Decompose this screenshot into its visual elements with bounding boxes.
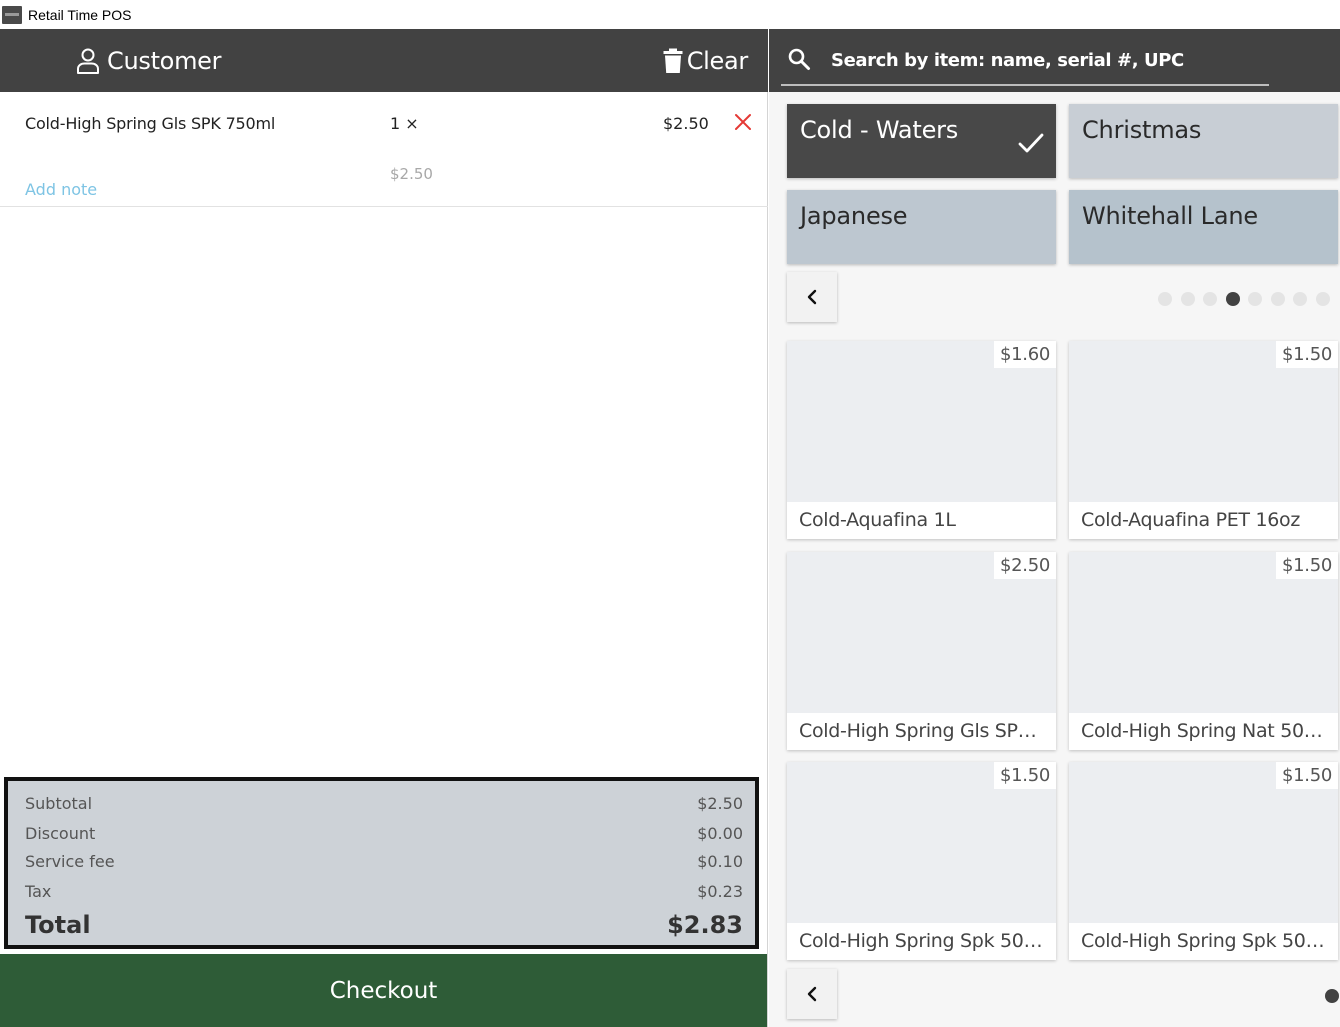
search-input[interactable] bbox=[831, 45, 1267, 75]
page-dot[interactable] bbox=[1293, 292, 1307, 306]
category-label: Whitehall Lane bbox=[1082, 202, 1258, 230]
product-tile[interactable]: $1.50 Cold-High Spring Spk 500ml bbox=[787, 762, 1056, 960]
cart-line-item[interactable]: Cold-High Spring Gls SPK 750ml 1 × $2.50… bbox=[0, 92, 768, 207]
cart-item-quantity[interactable]: 1 × bbox=[390, 114, 419, 133]
clear-button[interactable]: Clear bbox=[663, 43, 748, 79]
total-value: $2.83 bbox=[667, 911, 743, 939]
discount-value: $0.00 bbox=[697, 824, 743, 843]
remove-item-icon[interactable] bbox=[734, 112, 752, 132]
cart-item-price: $2.50 bbox=[663, 114, 709, 133]
discount-label: Discount bbox=[25, 824, 96, 843]
order-totals: Subtotal $2.50 Discount $0.00 Service fe… bbox=[4, 777, 759, 949]
cart-item-name: Cold-High Spring Gls SPK 750ml bbox=[25, 114, 276, 133]
category-tile-christmas[interactable]: Christmas bbox=[1069, 104, 1338, 178]
cart-item-unit-price: $2.50 bbox=[390, 165, 433, 183]
product-price: $1.50 bbox=[1275, 552, 1338, 579]
tax-label: Tax bbox=[25, 882, 52, 901]
service-fee-value: $0.10 bbox=[697, 852, 743, 871]
trash-icon bbox=[663, 48, 683, 73]
product-name: Cold-High Spring Spk 500ml bbox=[787, 923, 1056, 960]
subtotal-label: Subtotal bbox=[25, 794, 93, 813]
product-name: Cold-High Spring Spk 500ml bbox=[1069, 923, 1338, 960]
category-label: Christmas bbox=[1082, 116, 1202, 144]
category-label: Cold - Waters bbox=[800, 116, 959, 144]
tax-value: $0.23 bbox=[697, 882, 743, 901]
cart-panel: Customer Clear Cold-High Spring Gls SPK … bbox=[0, 29, 768, 1027]
product-tile[interactable]: $1.50 Cold-High Spring Spk 500ml bbox=[1069, 762, 1338, 960]
product-price: $2.50 bbox=[993, 552, 1056, 579]
search-icon bbox=[788, 48, 810, 70]
product-price: $1.50 bbox=[993, 762, 1056, 789]
product-prev-page-button[interactable] bbox=[787, 969, 837, 1019]
category-tile-japanese[interactable]: Japanese bbox=[787, 190, 1056, 264]
page-dot[interactable] bbox=[1180, 292, 1195, 306]
window-titlebar: Retail Time POS bbox=[0, 0, 1340, 29]
person-icon bbox=[77, 48, 99, 74]
category-tile-whitehall-lane[interactable]: Whitehall Lane bbox=[1069, 190, 1338, 264]
chevron-left-icon bbox=[807, 289, 817, 305]
checkout-button[interactable]: Checkout bbox=[0, 954, 767, 1027]
page-dot[interactable] bbox=[1203, 292, 1217, 306]
product-name: Cold-High Spring Gls SPK 750ml bbox=[787, 713, 1056, 750]
page-dot[interactable] bbox=[1270, 292, 1285, 306]
catalog-panel: Cold - Waters Christmas Japanese Whiteha… bbox=[769, 29, 1340, 1027]
product-price: $1.50 bbox=[1275, 762, 1338, 789]
product-tile[interactable]: $1.50 Cold-Aquafina PET 16oz bbox=[1069, 341, 1338, 539]
category-page-indicator bbox=[1158, 292, 1338, 306]
category-prev-page-button[interactable] bbox=[787, 272, 837, 322]
product-tile[interactable]: $2.50 Cold-High Spring Gls SPK 750ml bbox=[787, 552, 1056, 750]
search-underline bbox=[781, 84, 1269, 86]
tax-row: Tax $0.23 bbox=[25, 882, 743, 901]
service-fee-row: Service fee $0.10 bbox=[25, 852, 743, 871]
clear-label: Clear bbox=[686, 47, 749, 75]
page-dot[interactable] bbox=[1315, 292, 1330, 306]
search-bar bbox=[769, 29, 1340, 92]
product-price: $1.60 bbox=[993, 341, 1056, 368]
total-label: Total bbox=[25, 911, 91, 939]
add-note-link[interactable]: Add note bbox=[25, 180, 97, 199]
discount-row: Discount $0.00 bbox=[25, 824, 743, 843]
category-label: Japanese bbox=[800, 202, 908, 230]
chevron-left-icon bbox=[807, 986, 817, 1002]
product-tile[interactable]: $1.50 Cold-High Spring Nat 500ml bbox=[1069, 552, 1338, 750]
page-dot[interactable] bbox=[1158, 292, 1172, 306]
customer-button[interactable]: Customer bbox=[76, 43, 221, 79]
service-fee-label: Service fee bbox=[25, 852, 115, 871]
page-dot-current[interactable] bbox=[1225, 292, 1240, 306]
cart-header: Customer Clear bbox=[0, 29, 768, 92]
product-price: $1.50 bbox=[1275, 341, 1338, 368]
product-name: Cold-Aquafina 1L bbox=[787, 502, 1056, 539]
product-tile[interactable]: $1.60 Cold-Aquafina 1L bbox=[787, 341, 1056, 539]
check-icon bbox=[1018, 133, 1044, 153]
window-title: Retail Time POS bbox=[28, 6, 132, 23]
total-row: Total $2.83 bbox=[25, 911, 743, 939]
page-dot[interactable] bbox=[1248, 292, 1262, 306]
product-name: Cold-Aquafina PET 16oz bbox=[1069, 502, 1338, 539]
app-icon bbox=[2, 5, 22, 24]
subtotal-row: Subtotal $2.50 bbox=[25, 794, 743, 813]
customer-label: Customer bbox=[107, 47, 222, 75]
subtotal-value: $2.50 bbox=[697, 794, 743, 813]
product-page-dot-current[interactable] bbox=[1325, 989, 1339, 1003]
category-tile-cold-waters[interactable]: Cold - Waters bbox=[787, 104, 1056, 178]
product-name: Cold-High Spring Nat 500ml bbox=[1069, 713, 1338, 750]
